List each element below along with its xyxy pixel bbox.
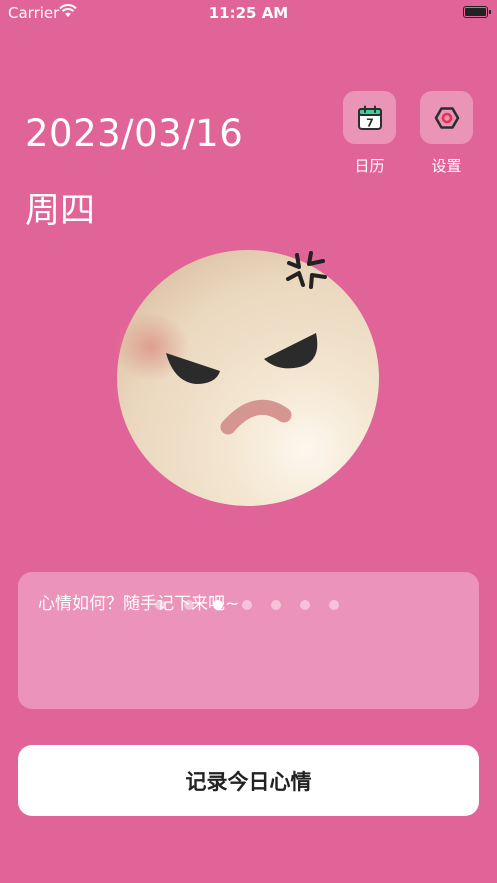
page-dot-active[interactable] xyxy=(213,600,223,610)
angry-face-icon[interactable] xyxy=(116,249,380,507)
page-dot[interactable] xyxy=(242,600,252,610)
date-title: 2023/03/16 xyxy=(25,112,244,155)
page-dot[interactable] xyxy=(155,600,165,610)
status-bar: Carrier 11:25 AM xyxy=(0,0,497,28)
page-dot[interactable] xyxy=(329,600,339,610)
page-dot[interactable] xyxy=(271,600,281,610)
mood-page-indicator[interactable] xyxy=(155,600,339,612)
calendar-icon: 7 xyxy=(357,105,382,130)
weekday-label: 周四 xyxy=(25,191,96,231)
page-dot[interactable] xyxy=(300,600,310,610)
calendar-label: 日历 xyxy=(354,157,385,175)
record-mood-button[interactable]: 记录今日心情 xyxy=(18,745,479,816)
page-dot[interactable] xyxy=(184,600,194,610)
settings-button[interactable] xyxy=(420,91,473,144)
settings-label: 设置 xyxy=(431,157,462,175)
mood-note-input[interactable]: 心情如何？随手记下来吧~ xyxy=(18,572,479,709)
calendar-icon-number: 7 xyxy=(366,116,374,129)
status-time: 11:25 AM xyxy=(208,4,289,22)
anger-mark-icon xyxy=(286,251,327,289)
settings-icon xyxy=(434,106,459,129)
battery-icon xyxy=(463,6,491,18)
calendar-button[interactable]: 7 xyxy=(343,91,396,144)
